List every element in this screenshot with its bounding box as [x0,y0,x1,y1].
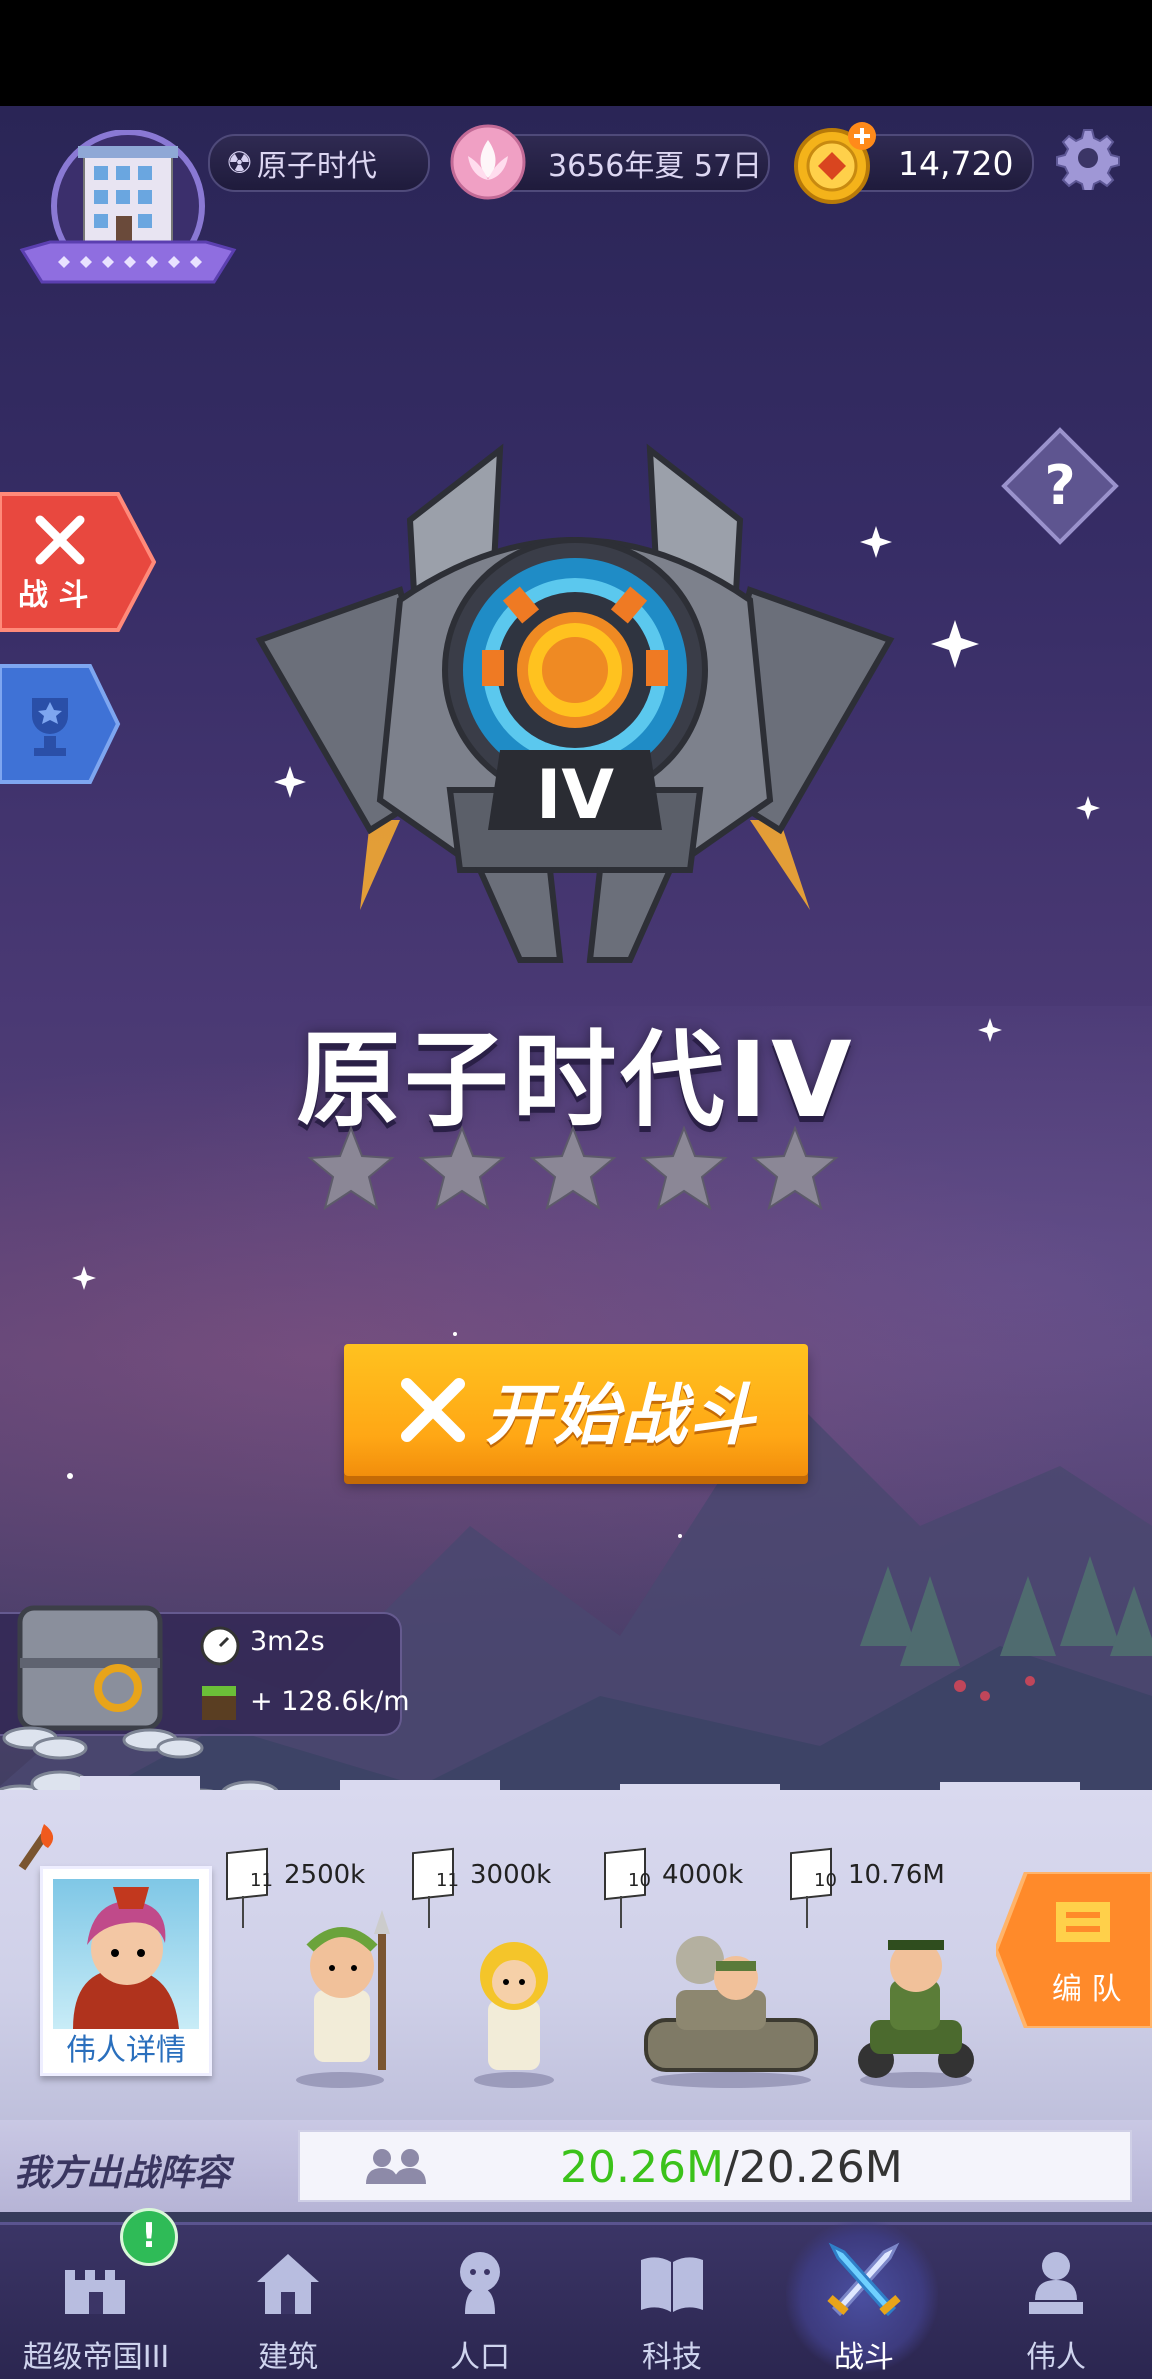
gold-amount: 14,720 [898,143,1014,183]
person-icon [460,2252,500,2314]
nav-item-great-people[interactable]: 伟人 [960,2222,1152,2376]
our-lineup-power-row: 我方出战阵容 20.26M/20.26M [0,2120,1152,2212]
unit-power: 4000k [662,1860,744,1890]
star-empty [640,1125,728,1211]
lotus-icon [450,124,526,200]
idle-rate: + 128.6k/m [250,1686,410,1717]
nav-label-empire: 超级帝国III [22,2340,170,2375]
unit-power: 3000k [470,1860,552,1890]
crossed-swords-icon [401,1378,465,1442]
unit-level: 10 [814,1870,837,1891]
torch-icon [18,1824,54,1871]
swords-icon [827,2242,901,2317]
start-battle-label: 开始战斗 [485,1377,757,1454]
date-label: 3656年夏 57日 [548,149,763,184]
nav-label-buildings: 建筑 [258,2340,318,2375]
power-value: 20.26M/20.26M [560,2142,903,2193]
star-empty [751,1125,839,1211]
battle-tab-label: 战 斗 [18,578,89,613]
atom-icon: ☢ [226,145,253,181]
help-question-icon[interactable]: ? [1000,426,1120,546]
emblem-roman-numeral: IV [536,756,614,835]
nav-label-battle: 战斗 [834,2340,894,2375]
civilization-building-badge[interactable] [18,129,238,302]
lineup-unit-archer[interactable] [450,1920,590,2090]
nav-item-battle[interactable]: 战斗 [768,2222,960,2376]
hero-portrait-image [53,1879,199,2029]
formation-label: 编 队 [1052,1972,1122,2007]
unit-level: 10 [628,1870,651,1891]
gold-coin-add-icon[interactable] [790,120,880,206]
side-tab-battle[interactable]: 战 斗 [0,490,156,634]
lineup-unit-tank[interactable] [636,1930,826,2090]
unit-flag-pole [806,1896,808,1928]
star-empty [418,1125,506,1211]
lineup-unit-spearman[interactable] [270,1910,430,2090]
power-max: /20.26M [723,2142,903,2193]
notification-badge: ! [120,2208,178,2266]
settings-gear-icon[interactable] [1056,126,1120,190]
house-icon [257,2254,319,2314]
trophy-icon [0,664,121,784]
stopwatch-icon [200,1626,240,1666]
stage-star-rating [306,1124,846,1214]
book-icon [641,2257,703,2312]
unit-flag-pole [620,1896,622,1928]
resource-block-icon [202,1686,236,1720]
unit-power: 2500k [284,1860,366,1890]
nav-item-technology[interactable]: 科技 [576,2222,768,2376]
nav-item-population[interactable]: 人口 [384,2222,576,2376]
castle-icon [65,2270,125,2314]
star-empty [529,1125,617,1211]
start-battle-button[interactable]: 开始战斗 [344,1344,808,1476]
unit-level: 11 [436,1870,459,1891]
hero-details-label: 伟人详情 [43,2029,209,2073]
hero-portrait-card[interactable]: 伟人详情 [40,1866,212,2076]
unit-level: 11 [250,1870,273,1891]
power-label: 我方出战阵容 [14,2153,231,2194]
era-emblem-badge: IV [255,443,895,963]
unit-flag-pole [242,1896,244,1928]
nav-label-technology: 科技 [642,2340,702,2375]
idle-timer: 3m2s [250,1626,325,1657]
era-indicator[interactable]: ☢ 原子时代 [208,134,430,192]
unit-power: 10.76M [848,1860,945,1890]
svg-text:?: ? [1044,454,1075,517]
power-value-box: 20.26M/20.26M [298,2130,1132,2202]
side-tab-trophy[interactable] [0,662,122,786]
era-label: 原子时代 [256,149,377,184]
formation-button[interactable]: 编 队 [996,1872,1152,2028]
bust-statue-icon [1029,2252,1083,2314]
team-members-icon [366,2149,426,2184]
star-empty [307,1125,395,1211]
nav-item-buildings[interactable]: 建筑 [192,2222,384,2376]
nav-label-great-people: 伟人 [1026,2340,1086,2375]
lineup-unit-motorcycle-soldier[interactable] [846,1920,986,2090]
power-current: 20.26M [560,2142,724,2193]
nav-label-population: 人口 [450,2340,510,2375]
